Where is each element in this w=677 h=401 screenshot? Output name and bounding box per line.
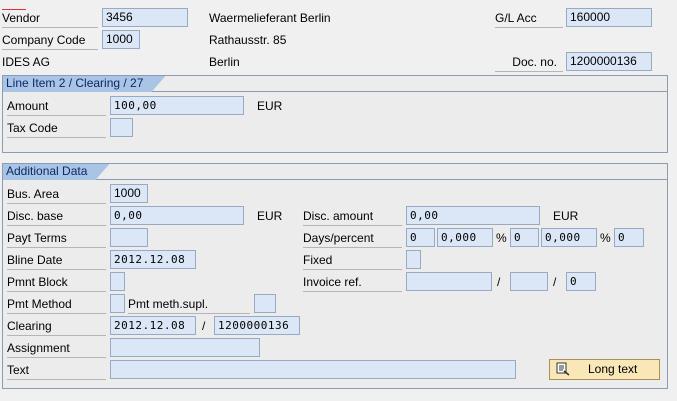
payt-terms-field[interactable]	[110, 228, 148, 247]
disc-amount-currency: EUR	[553, 209, 579, 223]
fixed-label: Fixed	[303, 250, 402, 270]
long-text-icon	[556, 362, 570, 376]
days1-field[interactable]: 0	[406, 228, 435, 247]
payt-terms-label: Payt Terms	[7, 228, 106, 248]
doc-no-label: Doc. no.	[495, 52, 563, 72]
amount-label: Amount	[7, 96, 106, 116]
disc-base-currency: EUR	[257, 209, 283, 223]
invoice-ref-label: Invoice ref.	[303, 272, 402, 292]
long-text-button-label: Long text	[588, 362, 638, 376]
bline-date-field[interactable]: 2012.12.08	[110, 250, 196, 269]
clearing-doc-field[interactable]: 1200000136	[214, 316, 300, 335]
disc-amount-field[interactable]: 0,00	[406, 206, 540, 225]
additional-data-title: Additional Data	[3, 164, 109, 180]
invoice-ref-slash-2: /	[553, 275, 557, 289]
line-item-title: Line Item 2 / Clearing / 27	[3, 76, 165, 92]
fixed-field[interactable]	[406, 250, 421, 269]
clearing-label: Clearing	[7, 316, 106, 336]
long-text-button[interactable]: Long text	[549, 359, 660, 380]
bus-area-label: Bus. Area	[7, 184, 106, 204]
amount-field[interactable]: 100,00	[110, 96, 244, 115]
pmt-method-field[interactable]	[110, 294, 125, 313]
vendor-name-text: Waermelieferant Berlin	[209, 11, 331, 25]
amount-currency: EUR	[257, 99, 283, 113]
pct2-field[interactable]: 0,000	[541, 228, 597, 247]
bus-area-field[interactable]: 1000	[110, 184, 148, 203]
assignment-field[interactable]	[110, 338, 260, 357]
tax-code-label: Tax Code	[7, 118, 106, 138]
tax-code-field[interactable]	[110, 118, 133, 137]
invoice-ref-year-field[interactable]	[510, 272, 548, 291]
pmnt-block-label: Pmnt Block	[7, 272, 106, 292]
doc-no-field[interactable]: 1200000136	[566, 52, 652, 71]
company-code-label: Company Code	[2, 30, 98, 50]
bline-date-label: Bline Date	[7, 250, 106, 270]
gl-acc-field[interactable]: 160000	[566, 8, 652, 27]
disc-amount-label: Disc. amount	[303, 206, 402, 226]
company-name-text: IDES AG	[2, 55, 51, 69]
vendor-field[interactable]: 3456	[102, 8, 188, 27]
pmt-meth-supl-label: Pmt meth.supl.	[128, 294, 250, 314]
clearing-slash: /	[202, 319, 206, 333]
disc-base-field[interactable]: 0,00	[110, 206, 244, 225]
text-field[interactable]	[110, 360, 516, 379]
days3-field[interactable]: 0	[614, 228, 644, 247]
text-label: Text	[7, 360, 106, 380]
vendor-label: Vendor	[2, 8, 98, 28]
assignment-label: Assignment	[7, 338, 106, 358]
pmnt-block-field[interactable]	[110, 272, 125, 291]
pct1-sign: %	[496, 231, 507, 245]
additional-data-tab-line	[3, 179, 667, 180]
invoice-ref-slash-1: /	[497, 275, 501, 289]
pct2-sign: %	[600, 231, 611, 245]
pmt-method-label: Pmt Method	[7, 294, 106, 314]
invoice-ref-item-field[interactable]: 0	[566, 272, 596, 291]
pmt-meth-supl-field[interactable]	[254, 294, 276, 313]
pct1-field[interactable]: 0,000	[437, 228, 493, 247]
days2-field[interactable]: 0	[510, 228, 539, 247]
city-text: Berlin	[209, 55, 240, 69]
street-text: Rathausstr. 85	[209, 33, 287, 47]
disc-base-label: Disc. base	[7, 206, 106, 226]
days-percent-label: Days/percent	[303, 228, 402, 248]
clearing-date-field[interactable]: 2012.12.08	[110, 316, 196, 335]
company-code-field[interactable]: 1000	[102, 30, 140, 49]
invoice-ref-doc-field[interactable]	[406, 272, 492, 291]
gl-acc-label: G/L Acc	[495, 8, 563, 28]
